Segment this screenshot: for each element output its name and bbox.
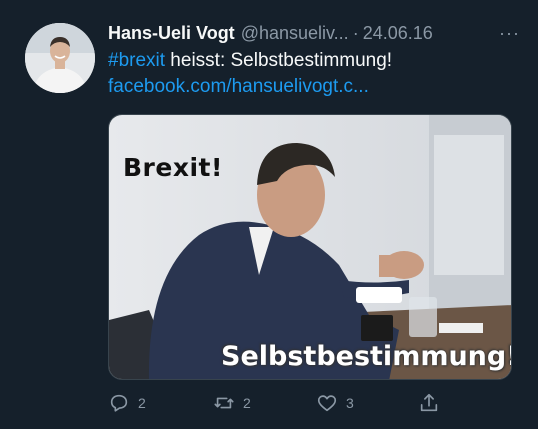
like-button[interactable]: 3 xyxy=(316,390,354,416)
external-link[interactable]: facebook.com/hansuelivogt.c... xyxy=(108,76,369,97)
hashtag-link[interactable]: #brexit xyxy=(108,50,165,71)
tweet-date[interactable]: 24.06.16 xyxy=(363,23,433,44)
media-caption-bottom: Selbstbestimmung! xyxy=(221,341,512,372)
share-button[interactable] xyxy=(418,390,448,416)
like-icon xyxy=(317,395,337,412)
share-icon xyxy=(420,393,438,412)
tweet-actions: 2 2 3 xyxy=(108,390,438,416)
retweet-count: 2 xyxy=(243,395,251,411)
tweet-text-body: heisst: Selbstbestimmung! xyxy=(165,50,393,71)
media-caption-top: Brexit! xyxy=(123,153,223,182)
author-avatar[interactable] xyxy=(25,23,95,93)
like-count: 3 xyxy=(346,395,354,411)
more-icon[interactable]: ··· xyxy=(499,23,520,44)
retweet-button[interactable]: 2 xyxy=(213,390,251,416)
header-separator: · xyxy=(352,22,359,43)
reply-count: 2 xyxy=(138,395,146,411)
tweet-media-image[interactable]: Brexit! Selbstbestimmung! xyxy=(108,114,512,380)
reply-button[interactable]: 2 xyxy=(108,390,146,416)
tweet-text: #brexit heisst: Selbstbestimmung! facebo… xyxy=(108,48,522,100)
reply-icon xyxy=(110,394,128,412)
author-handle[interactable]: @hansueliv... xyxy=(241,23,349,44)
author-name[interactable]: Hans-Ueli Vogt xyxy=(108,23,235,44)
retweet-icon xyxy=(214,397,234,409)
tweet-header: Hans-Ueli Vogt @hansueliv... · 24.06.16 … xyxy=(108,22,524,44)
